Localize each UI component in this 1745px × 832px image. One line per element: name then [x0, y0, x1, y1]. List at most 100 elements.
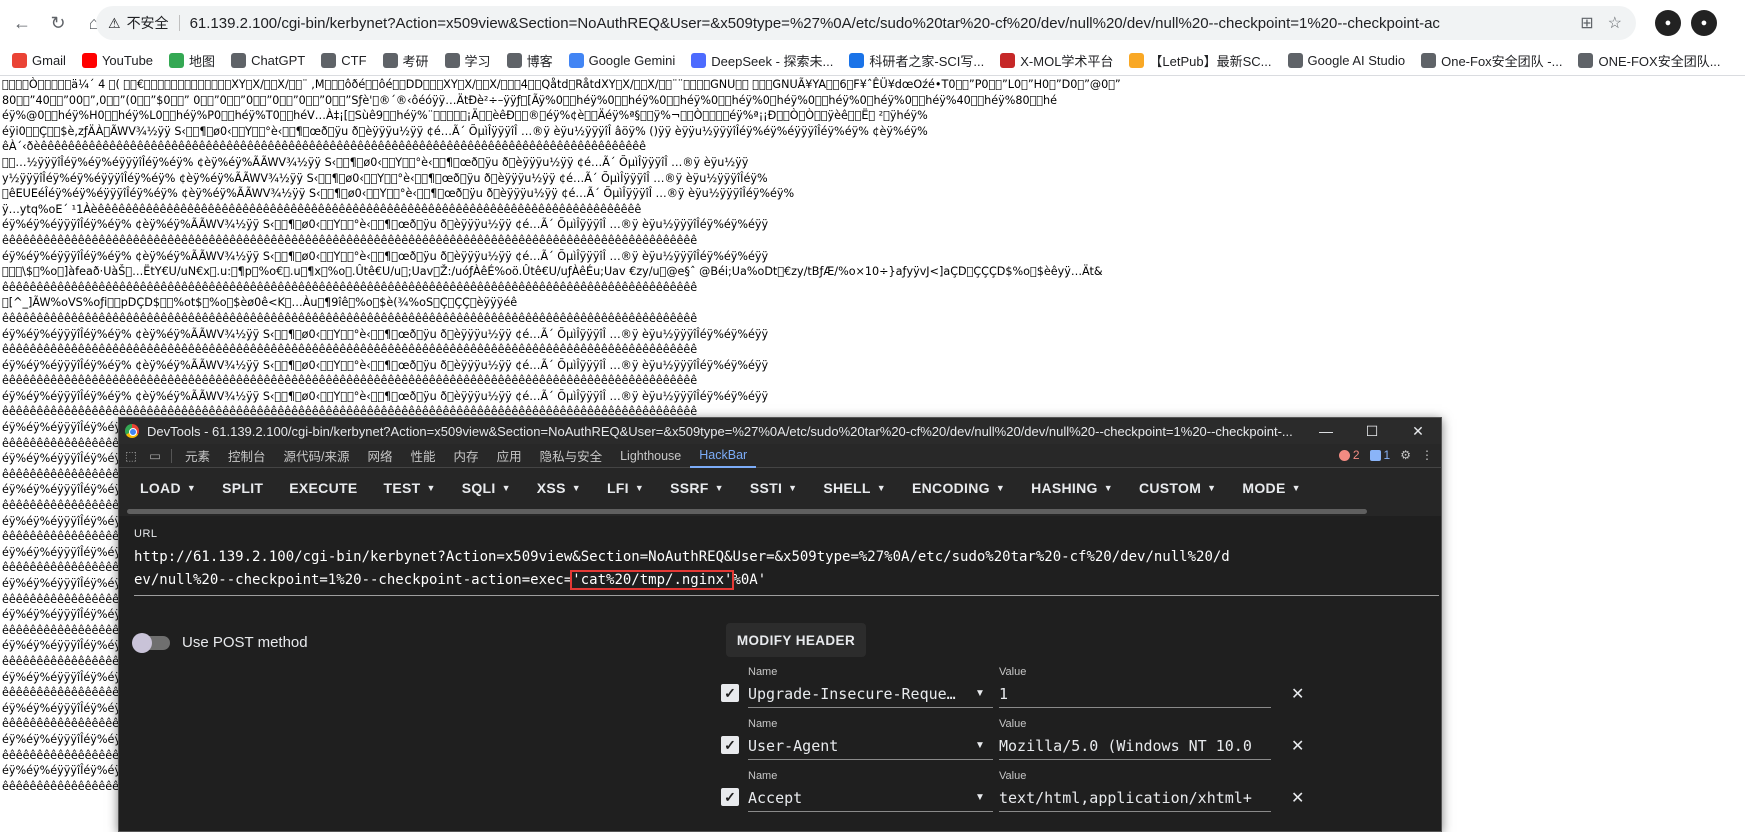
bookmark-item[interactable]: 地图 — [161, 48, 223, 74]
chrome-icon — [125, 424, 139, 438]
hackbar-menu-hashing[interactable]: HASHING ▼ — [1018, 468, 1126, 508]
bookmark-star-icon[interactable]: ☆ — [1608, 13, 1622, 33]
devtools-tab[interactable]: Lighthouse — [611, 444, 690, 468]
hackbar-menu-sqli[interactable]: SQLI ▼ — [449, 468, 524, 508]
header-enabled-checkbox[interactable]: ✓ — [721, 684, 739, 702]
devtools-tab[interactable]: 隐私与安全 — [531, 444, 612, 468]
minimize-icon[interactable]: — — [1303, 418, 1349, 444]
page-text-line: éÿ%éÿ%éÿÿÿîÎéÿ%éÿ% ¢èÿ%éÿ%ÃÃWV¾½ÿÿ S‹  ¶… — [2, 358, 769, 372]
devtools-tab[interactable]: 控制台 — [219, 444, 275, 468]
device-toggle-icon[interactable]: ▭ — [143, 448, 167, 463]
hackbar-menu-label: CUSTOM — [1138, 480, 1202, 496]
devtools-tab[interactable]: 元素 — [176, 444, 219, 468]
profile-icon[interactable]: ● — [1691, 10, 1717, 36]
hackbar-menu-test[interactable]: TEST ▼ — [371, 468, 449, 508]
maximize-icon[interactable]: ☐ — [1349, 418, 1395, 444]
hackbar-menu-lfi[interactable]: LFI ▼ — [594, 468, 657, 508]
hackbar-menu-label: SPLIT — [222, 480, 264, 496]
bookmark-favicon-icon — [691, 53, 707, 68]
address-bar[interactable]: ⚠ 不安全 61.139.2.100/cgi-bin/kerbynet?Acti… — [96, 6, 1636, 40]
bookmark-item[interactable]: ChatGPT — [223, 48, 313, 74]
bookmark-label: ONE-FOX安全团队... — [1598, 54, 1721, 69]
page-text-line: éÿ%@0  héÿ%H0  héÿ%L0  héÿ%P0  héÿ%T0  h… — [2, 109, 928, 123]
bookmark-item[interactable]: 【LetPub】最新SC... — [1121, 48, 1279, 74]
hackbar-menu-execute[interactable]: EXECUTE — [276, 468, 370, 508]
hackbar-menu-shell[interactable]: SHELL ▼ — [810, 468, 899, 508]
inspect-icon[interactable]: ⬚ — [119, 448, 143, 463]
bookmark-item[interactable]: ONE-FOX安全团队... — [1570, 48, 1728, 74]
tab-divider — [171, 448, 172, 463]
bookmark-item[interactable]: CTF — [313, 48, 374, 74]
chevron-down-icon[interactable]: ▼ — [975, 740, 985, 751]
url-textarea[interactable]: http://61.139.2.100/cgi-bin/kerbynet?Act… — [134, 546, 1232, 594]
devtools-tab[interactable]: 源代码/来源 — [275, 444, 359, 468]
bookmark-item[interactable]: Gmail — [4, 48, 74, 74]
bookmark-item[interactable]: X-MOL学术平台 — [992, 48, 1121, 74]
chevron-down-icon: ▼ — [1207, 483, 1217, 493]
post-method-toggle[interactable] — [132, 632, 170, 653]
hackbar-scrollbar[interactable] — [119, 508, 1441, 516]
header-value-input[interactable]: 1 — [999, 682, 1271, 708]
devtools-tab[interactable]: 应用 — [488, 444, 531, 468]
chevron-down-icon[interactable]: ▼ — [975, 688, 985, 699]
security-indicator[interactable]: ⚠ 不安全 — [108, 13, 169, 33]
bookmark-item[interactable]: One-Fox安全团队 -... — [1413, 48, 1570, 74]
bookmark-item[interactable]: 考研 — [375, 48, 437, 74]
bookmark-label: X-MOL学术平台 — [1020, 54, 1114, 69]
translate-icon[interactable]: ⊞ — [1580, 13, 1593, 33]
devtools-tab[interactable]: 内存 — [445, 444, 488, 468]
remove-header-icon[interactable]: ✕ — [1291, 684, 1304, 704]
devtools-tab[interactable]: HackBar — [690, 444, 757, 468]
header-name-input[interactable]: Accept — [748, 786, 993, 812]
scrollbar-thumb[interactable] — [127, 509, 1367, 514]
info-badge[interactable]: 1 — [1369, 448, 1390, 462]
extension-icon[interactable]: ● — [1655, 10, 1681, 36]
header-name-label: Name — [748, 718, 778, 730]
hackbar-menu-label: XSS — [536, 480, 566, 496]
bookmark-item[interactable]: 博客 — [499, 48, 561, 74]
bookmark-item[interactable]: 学习 — [437, 48, 499, 74]
bookmark-favicon-icon — [169, 53, 185, 68]
bookmark-favicon-icon — [12, 53, 27, 68]
bookmark-item[interactable]: Google Gemini — [561, 48, 684, 74]
address-url[interactable]: 61.139.2.100/cgi-bin/kerbynet?Action=x50… — [190, 15, 1440, 32]
bookmark-item[interactable]: Google AI Studio — [1280, 48, 1414, 74]
bookmark-item[interactable]: 科研者之家-SCI写... — [841, 48, 992, 74]
page-text-line:  êEUEéÎéÿ%éÿ%éÿÿÿîÎéÿ%éÿ% ¢èÿ%éÿ%ÃÃWV¾½ÿ… — [2, 187, 795, 201]
hackbar-menu-ssti[interactable]: SSTI ▼ — [737, 468, 811, 508]
hackbar-menu-encoding[interactable]: ENCODING ▼ — [899, 468, 1018, 508]
error-badge[interactable]: 2 — [1338, 448, 1360, 462]
bookmark-item[interactable]: YouTube — [74, 48, 161, 74]
chevron-down-icon[interactable]: ▼ — [975, 792, 985, 803]
header-value-input[interactable]: Mozilla/5.0 (Windows NT 10.0 — [999, 734, 1271, 760]
header-name-input[interactable]: User-Agent — [748, 734, 993, 760]
header-value-input[interactable]: text/html,application/xhtml+ — [999, 786, 1271, 812]
hackbar-menu-split[interactable]: SPLIT — [209, 468, 276, 508]
remove-header-icon[interactable]: ✕ — [1291, 788, 1304, 808]
close-icon[interactable]: ✕ — [1395, 418, 1441, 444]
header-name-input[interactable]: Upgrade-Insecure-Reque… — [748, 682, 993, 708]
modify-header-button[interactable]: MODIFY HEADER — [726, 623, 866, 657]
hackbar-menu-load[interactable]: LOAD ▼ — [127, 468, 209, 508]
header-enabled-checkbox[interactable]: ✓ — [721, 736, 739, 754]
hackbar-menu-label: LOAD — [140, 480, 181, 496]
bookmark-label: Google Gemini — [588, 53, 676, 68]
settings-gear-icon[interactable]: ⚙ — [1400, 448, 1411, 462]
page-text-line: éÿ%éÿ%éÿÿÿîÎéÿ%éÿ% ¢èÿ%éÿ%ÃÃWV¾½ÿÿ S‹  ¶… — [2, 327, 769, 341]
bookmark-favicon-icon — [568, 53, 584, 68]
hackbar-menu-custom[interactable]: CUSTOM ▼ — [1126, 468, 1229, 508]
hackbar-menu-xss[interactable]: XSS ▼ — [524, 468, 594, 508]
bookmark-item[interactable]: DeepSeek - 探索未... — [683, 48, 841, 74]
hackbar-menu-mode[interactable]: MODE ▼ — [1229, 468, 1313, 508]
browser-toolbar: ← ↻ ⌂ ⚠ 不安全 61.139.2.100/cgi-bin/kerbyne… — [0, 0, 1745, 46]
more-options-icon[interactable]: ⋮ — [1421, 448, 1433, 462]
devtools-tab[interactable]: 性能 — [402, 444, 445, 468]
bookmark-label: CTF — [341, 53, 367, 68]
devtools-tab[interactable]: 网络 — [359, 444, 402, 468]
header-enabled-checkbox[interactable]: ✓ — [721, 788, 739, 806]
hackbar-menu-ssrf[interactable]: SSRF ▼ — [657, 468, 737, 508]
remove-header-icon[interactable]: ✕ — [1291, 736, 1304, 756]
reload-button[interactable]: ↻ — [44, 9, 72, 37]
page-text-line: êÀ´‹ðèêêêêêêêêêêêêêêêêêêêêêêêêêêêêêêêêêê… — [2, 140, 647, 154]
back-button[interactable]: ← — [8, 9, 36, 37]
